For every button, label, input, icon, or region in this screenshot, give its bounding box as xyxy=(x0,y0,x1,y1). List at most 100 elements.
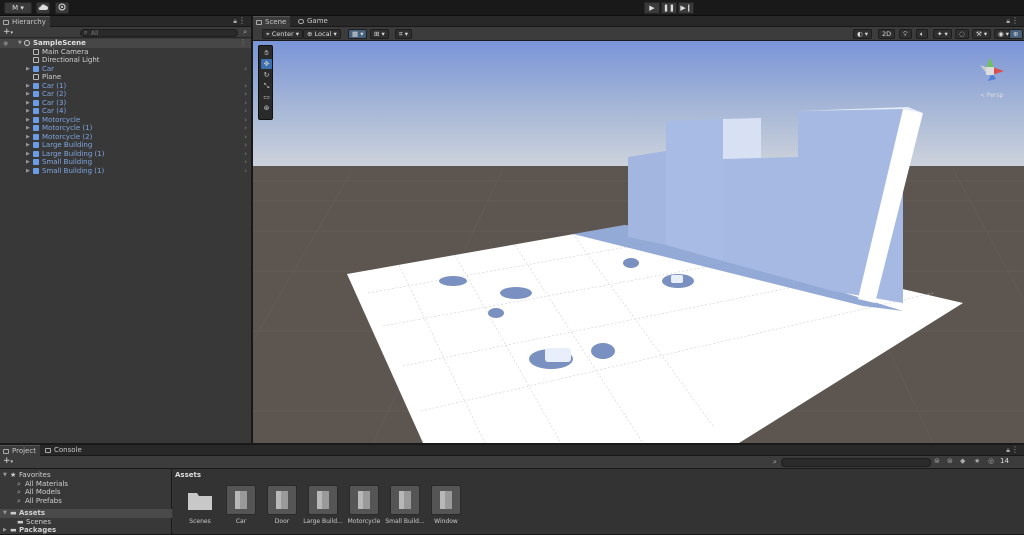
expand-triangle-icon[interactable]: ▶ xyxy=(26,90,30,99)
hidden-packages-icon[interactable]: ◎ xyxy=(988,457,994,465)
scene-row[interactable]: ▼ ◉ SampleScene ⋮ xyxy=(0,38,251,48)
tree-item-all-prefabs[interactable]: ⌕ All Prefabs xyxy=(0,497,172,506)
tools-dropdown[interactable]: ⚒ ▾ xyxy=(972,29,992,39)
hierarchy-item[interactable]: ▶ Motorcycle (1) › xyxy=(0,124,251,133)
open-prefab-icon[interactable]: › xyxy=(244,82,247,91)
audio-toggle[interactable]: 🔈︎ xyxy=(916,29,928,39)
lock-icon[interactable]: 🔒︎ xyxy=(1006,17,1010,26)
draw-mode-dropdown[interactable]: ◐ ▾ xyxy=(853,29,873,39)
hierarchy-item[interactable]: ▶ Small Building › xyxy=(0,158,251,167)
space-dropdown[interactable]: ⊕ Local ▾ xyxy=(303,29,341,39)
more-options-icon[interactable]: ⋮ xyxy=(1011,445,1019,454)
expand-triangle-icon[interactable]: ▶ xyxy=(26,141,30,150)
tab-hierarchy[interactable]: Hierarchy xyxy=(0,16,50,27)
hierarchy-item[interactable]: ▶ Large Building (1) › xyxy=(0,150,251,159)
favorites-header[interactable]: ▼ ★ Favorites xyxy=(0,471,172,480)
expand-triangle-icon[interactable]: ▶ xyxy=(26,124,30,133)
more-options-icon[interactable]: ⋮ xyxy=(1011,16,1019,25)
hierarchy-item[interactable]: ▶ Small Building (1) › xyxy=(0,167,251,176)
effects-dropdown[interactable]: ✦ ▾ xyxy=(933,29,952,39)
tab-game[interactable]: Game xyxy=(295,16,332,27)
open-prefab-icon[interactable]: › xyxy=(244,133,247,142)
hierarchy-item[interactable]: ▶ Car › xyxy=(0,65,251,74)
hierarchy-item[interactable]: ▶ Car (2) › xyxy=(0,90,251,99)
label-icon[interactable]: ◆ xyxy=(960,457,965,465)
2d-toggle[interactable]: 2D xyxy=(878,29,896,39)
open-prefab-icon[interactable]: › xyxy=(244,99,247,108)
open-prefab-icon[interactable]: › xyxy=(244,167,247,176)
assets-header[interactable]: ▼ ▬ Assets xyxy=(0,509,172,518)
open-prefab-icon[interactable]: › xyxy=(244,150,247,159)
tab-console[interactable]: Console xyxy=(42,445,86,456)
hierarchy-item[interactable]: ▶ Motorcycle › xyxy=(0,116,251,125)
hierarchy-item[interactable]: ▶ Motorcycle (2) › xyxy=(0,133,251,142)
open-prefab-icon[interactable]: › xyxy=(244,116,247,125)
hierarchy-item[interactable]: ▶ Car (3) › xyxy=(0,99,251,108)
more-options-icon[interactable]: ⋮ xyxy=(239,38,247,48)
expand-triangle-icon[interactable]: ▶ xyxy=(26,82,30,91)
expand-triangle-icon[interactable]: ▶ xyxy=(26,65,30,74)
pause-button[interactable]: ❚❚ xyxy=(661,2,677,14)
hierarchy-item[interactable]: Directional Light xyxy=(0,56,251,65)
search-by-type-icon[interactable]: ⊜ xyxy=(934,457,940,465)
hidden-objects-toggle[interactable]: ◌ xyxy=(955,29,969,39)
grid-visibility-button[interactable]: ⌗ ▾ xyxy=(395,29,412,39)
tree-item-scenes[interactable]: ▬ Scenes xyxy=(0,518,172,527)
scale-tool-icon[interactable]: ⤡ xyxy=(261,81,272,91)
tab-scene[interactable]: Scene xyxy=(253,16,291,27)
open-prefab-icon[interactable]: › xyxy=(244,90,247,99)
packages-header[interactable]: ▶ ▬ Packages xyxy=(0,526,172,535)
lock-icon[interactable]: 🔒︎ xyxy=(233,17,237,26)
hierarchy-search-input[interactable]: ⌕ All xyxy=(80,29,238,37)
asset-tile[interactable]: Small Build... xyxy=(385,483,425,533)
filter-icon[interactable]: ⌕ xyxy=(243,28,247,37)
hierarchy-item[interactable]: ▶ Large Building › xyxy=(0,141,251,150)
open-prefab-icon[interactable]: › xyxy=(244,65,247,74)
open-prefab-icon[interactable]: › xyxy=(244,107,247,116)
hand-tool-icon[interactable]: ✋︎ xyxy=(261,48,272,58)
gizmos-dropdown[interactable]: ⊕ xyxy=(1009,29,1023,39)
create-asset-button[interactable]: +▾ xyxy=(3,456,13,466)
breadcrumb[interactable]: Assets xyxy=(175,471,201,479)
asset-tile[interactable]: Scenes xyxy=(180,483,220,533)
tree-item-all-models[interactable]: ⌕ All Models xyxy=(0,488,172,497)
project-search-input[interactable] xyxy=(781,458,931,467)
move-tool-icon[interactable]: ✥ xyxy=(261,59,272,69)
tab-project[interactable]: Project xyxy=(0,445,40,456)
open-prefab-icon[interactable]: › xyxy=(244,124,247,133)
snap-increment-button[interactable]: ⊞ ▾ xyxy=(370,29,389,39)
asset-tile[interactable]: Large Build... xyxy=(303,483,343,533)
expand-triangle-icon[interactable]: ▶ xyxy=(26,150,30,159)
hierarchy-item[interactable]: Main Camera xyxy=(0,48,251,57)
pivot-dropdown[interactable]: ⌖ Center ▾ xyxy=(262,29,303,39)
open-prefab-icon[interactable]: › xyxy=(244,141,247,150)
lighting-toggle[interactable]: 💡︎ xyxy=(899,29,912,39)
rotate-tool-icon[interactable]: ↻ xyxy=(261,70,272,80)
expand-triangle-icon[interactable]: ▶ xyxy=(26,133,30,142)
favorite-icon[interactable]: ★ xyxy=(974,457,980,465)
rect-tool-icon[interactable]: ▭ xyxy=(261,92,272,102)
create-button[interactable]: +▾ xyxy=(3,27,13,37)
expand-triangle-icon[interactable]: ▶ xyxy=(26,158,30,167)
expand-triangle-icon[interactable]: ▶ xyxy=(26,116,30,125)
expand-triangle-icon[interactable]: ▶ xyxy=(26,107,30,116)
scene-viewport[interactable]: < Persp ✋︎ ✥ ↻ ⤡ ▭ ⊛ xyxy=(253,41,1024,443)
search-by-label-icon[interactable]: ⊜ xyxy=(947,457,953,465)
history-icon[interactable] xyxy=(55,2,69,14)
hierarchy-item[interactable]: Plane xyxy=(0,73,251,82)
open-prefab-icon[interactable]: › xyxy=(244,158,247,167)
step-button[interactable]: ▶❙ xyxy=(678,2,694,14)
hierarchy-item[interactable]: ▶ Car (1) › xyxy=(0,82,251,91)
asset-tile[interactable]: Window xyxy=(426,483,466,533)
asset-tile[interactable]: Door xyxy=(262,483,302,533)
more-options-icon[interactable]: ⋮ xyxy=(238,16,246,25)
account-dropdown[interactable]: M ▾ xyxy=(4,2,32,14)
asset-tile[interactable]: Car xyxy=(221,483,261,533)
tree-item-all-materials[interactable]: ⌕ All Materials xyxy=(0,480,172,489)
grid-snap-button[interactable]: ▦ ▾ xyxy=(348,29,368,39)
lock-icon[interactable]: 🔒︎ xyxy=(1006,446,1010,455)
hierarchy-item[interactable]: ▶ Car (4) › xyxy=(0,107,251,116)
expand-triangle-icon[interactable]: ▶ xyxy=(26,99,30,108)
expand-triangle-icon[interactable]: ▼ xyxy=(18,39,22,48)
transform-tool-icon[interactable]: ⊛ xyxy=(261,103,272,113)
